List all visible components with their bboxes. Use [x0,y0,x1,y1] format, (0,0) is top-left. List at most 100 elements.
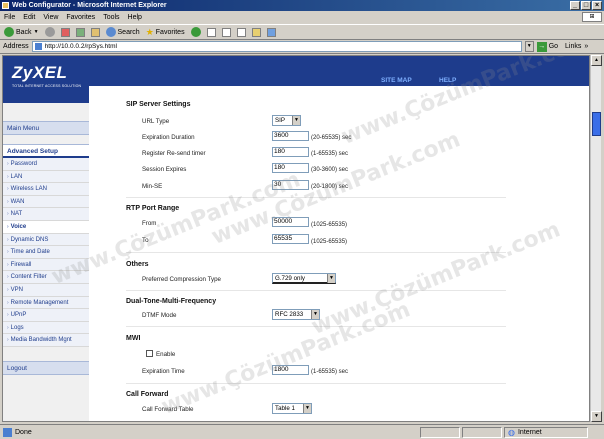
dtmf-section-title: Dual-Tone-Multi-Frequency [126,298,217,305]
voice-settings-form: SIP Server Settings URL Type SIP ▼ Expira… [89,86,589,421]
menu-edit[interactable]: Edit [23,14,35,21]
forward-icon[interactable] [44,27,55,37]
address-input[interactable]: http://10.0.0.2/rpSys.html [31,41,522,52]
menu-favorites[interactable]: Favorites [66,14,95,21]
chevron-icon: › [7,186,9,193]
sidebar-logout[interactable]: Logout [3,361,89,375]
search-button[interactable]: Search [105,27,140,37]
mwi-expiration-input[interactable]: 1800 [272,365,309,375]
sidebar-item-content-filter[interactable]: › Content Filter [3,271,89,284]
sidebar-item-lan[interactable]: › LAN [3,170,89,184]
sidebar-item-nat[interactable]: › NAT [3,208,89,221]
expiration-duration-hint: (20-65535) sec [311,135,352,141]
site-map-link[interactable]: SITE MAP [381,77,412,84]
compression-select[interactable]: G.729 only ▼ [272,273,336,284]
close-button[interactable]: × [592,1,602,10]
chevron-icon: › [7,223,9,230]
divider [126,326,506,327]
sidebar-item-wan[interactable]: › WAN [3,195,89,209]
go-arrow-icon: → [536,41,547,52]
vertical-scrollbar[interactable]: ▲ ▼ [590,55,602,422]
home-icon[interactable] [90,27,100,37]
sidebar-item-logs[interactable]: › Logs [3,321,89,335]
address-dropdown-button[interactable]: ▼ [524,41,534,52]
stop-icon[interactable] [60,27,70,37]
windows-flag-icon: ⊞ [582,12,602,22]
minimize-button[interactable]: _ [570,1,580,10]
register-resend-label: Register Re-send timer [142,150,206,157]
chevron-down-icon: ▼ [303,404,311,413]
compression-label: Preferred Compression Type [142,276,221,283]
sidebar-item-media-bandwidth-mgnt[interactable]: › Media Bandwidth Mgnt [3,334,89,347]
back-button[interactable]: Back ▼ [4,27,39,37]
maximize-button[interactable]: □ [581,1,591,10]
chevron-icon: › [7,173,9,180]
divider [126,290,506,291]
folder-icon[interactable] [251,27,261,37]
links-chevron-icon[interactable]: » [584,43,588,50]
dtmf-mode-select[interactable]: RFC 2833 ▼ [272,309,320,320]
call-forward-table-select[interactable]: Table 1 ▼ [272,403,312,414]
sidebar-item-upnp[interactable]: › UPnP [3,309,89,322]
help-link[interactable]: HELP [439,77,456,84]
session-expires-input[interactable]: 180 [272,163,309,173]
expiration-duration-label: Expiration Duration [142,134,195,141]
refresh-icon[interactable] [75,27,85,37]
toolbar: Back ▼ Search ★ Favorites [0,24,604,40]
zyxel-logo: ZyXEL TOTAL INTERNET ACCESS SOLUTION [3,56,89,103]
menu-tools[interactable]: Tools [103,14,119,21]
register-resend-hint: (1-65535) sec [311,151,349,157]
sidebar-main-menu[interactable]: Main Menu [3,121,89,135]
scroll-down-button[interactable]: ▼ [591,411,602,422]
menu-file[interactable]: File [4,14,15,21]
rtp-to-input[interactable]: 65535 [272,234,309,244]
sidebar-item-wireless-lan[interactable]: › Wireless LAN [3,183,89,196]
content-header: SITE MAP HELP [89,56,589,86]
sidebar-item-remote-management[interactable]: › Remote Management [3,296,89,310]
mwi-enable-checkbox[interactable] [146,350,153,357]
others-section-title: Others [126,261,149,268]
divider [126,383,506,384]
sidebar-item-time-and-date[interactable]: › Time and Date [3,246,89,259]
chevron-icon: › [7,299,9,306]
url-type-label: URL Type [142,118,170,125]
edit-icon[interactable] [236,27,246,37]
url-type-select[interactable]: SIP ▼ [272,115,301,126]
links-button[interactable]: Links [565,43,581,50]
sidebar-item-firewall[interactable]: › Firewall [3,258,89,272]
register-resend-input[interactable]: 180 [272,147,309,157]
min-se-input[interactable]: 30 [272,180,309,190]
chevron-down-icon: ▼ [292,116,300,125]
menu-help[interactable]: Help [128,14,142,21]
chevron-icon: › [7,249,9,256]
go-button[interactable]: → Go [536,41,558,52]
sidebar-advanced-setup[interactable]: Advanced Setup [3,144,89,158]
messenger-icon[interactable] [266,27,276,37]
chevron-icon: › [7,236,9,243]
chevron-icon: › [7,337,9,344]
scroll-up-button[interactable]: ▲ [591,55,602,66]
sip-section-title: SIP Server Settings [126,101,191,108]
mail-icon[interactable] [206,27,216,37]
rtp-from-input[interactable]: 50000 [272,217,309,227]
sidebar-item-dynamic-dns[interactable]: › Dynamic DNS [3,233,89,247]
chevron-icon: › [7,312,9,319]
expiration-duration-input[interactable]: 3600 [272,131,309,141]
scroll-thumb[interactable] [592,112,601,136]
dtmf-mode-label: DTMF Mode [142,312,177,319]
mwi-section-title: MWI [126,335,141,342]
favorites-button[interactable]: ★ Favorites [146,27,185,38]
page-icon [34,43,42,50]
mwi-enable-label: Enable [156,351,176,358]
menu-view[interactable]: View [43,14,58,21]
menu-bar: File Edit View Favorites Tools Help ⊞ [0,11,604,23]
sidebar-item-vpn[interactable]: › VPN [3,283,89,297]
sidebar-item-password[interactable]: › Password [3,158,89,171]
call-forward-table-label: Call Forward Table [142,406,194,413]
star-icon: ★ [145,26,154,37]
print-icon[interactable] [221,27,231,37]
rtp-from-hint: (1025-65535) [311,222,348,228]
history-icon[interactable] [190,27,201,37]
sidebar-item-voice[interactable]: › Voice [3,220,89,234]
ie-icon [2,2,9,9]
